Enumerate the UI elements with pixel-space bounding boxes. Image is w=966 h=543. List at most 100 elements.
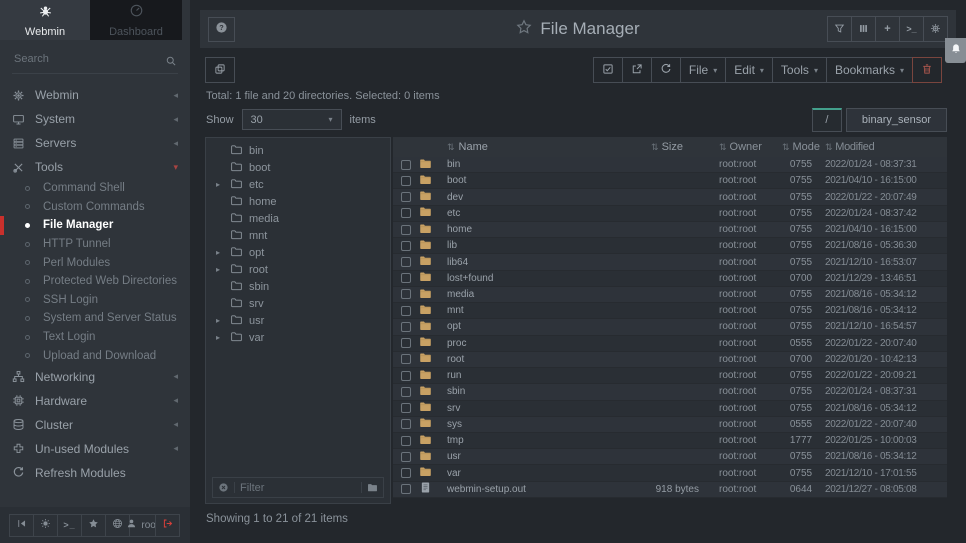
- notifications-bell[interactable]: [945, 38, 966, 63]
- column-mode[interactable]: Mode: [793, 141, 821, 153]
- row-checkbox[interactable]: [401, 289, 411, 299]
- table-row-media[interactable]: mediaroot:root07552021/08/16 - 05:34:12: [393, 287, 947, 303]
- tree-item-home[interactable]: home: [206, 193, 390, 210]
- logout-button[interactable]: [155, 514, 180, 537]
- tab-webmin[interactable]: Webmin: [0, 0, 90, 40]
- sidebar-item-protected-web-directories[interactable]: Protected Web Directories: [0, 272, 190, 291]
- tree-filter-input[interactable]: [240, 482, 356, 494]
- shell-shortcut-button[interactable]: >_: [57, 514, 82, 537]
- tree-item-usr[interactable]: ▸usr: [206, 312, 390, 329]
- file-name[interactable]: media: [447, 289, 474, 300]
- sidebar-item-file-manager[interactable]: File Manager: [0, 216, 190, 235]
- table-row-srv[interactable]: srvroot:root07552021/08/16 - 05:34:12: [393, 401, 947, 417]
- collapse-sidebar-button[interactable]: [9, 514, 34, 537]
- column-name[interactable]: Name: [459, 141, 488, 153]
- file-name[interactable]: bin: [447, 159, 460, 170]
- select-all-button[interactable]: [593, 57, 623, 83]
- columns-button[interactable]: [851, 16, 876, 42]
- page-size-select[interactable]: 30 ▾: [242, 109, 342, 130]
- sidebar-item-custom-commands[interactable]: Custom Commands: [0, 198, 190, 217]
- sidebar-item-un-used-modules[interactable]: Un-used Modules◂: [0, 437, 190, 461]
- table-row-tmp[interactable]: tmproot:root17772022/01/25 - 10:00:03: [393, 433, 947, 449]
- row-checkbox[interactable]: [401, 387, 411, 397]
- file-name[interactable]: lib: [447, 240, 457, 251]
- sidebar-item-http-tunnel[interactable]: HTTP Tunnel: [0, 235, 190, 254]
- terminal-button[interactable]: >_: [899, 16, 924, 42]
- table-row-root[interactable]: rootroot:root07002022/01/20 - 10:42:13: [393, 352, 947, 368]
- file-name[interactable]: proc: [447, 338, 466, 349]
- help-button[interactable]: ?: [208, 17, 235, 42]
- row-checkbox[interactable]: [401, 468, 411, 478]
- table-row-lost-found[interactable]: lost+foundroot:root07002021/12/29 - 13:4…: [393, 271, 947, 287]
- edit-menu-button[interactable]: Edit ▾: [725, 57, 773, 83]
- sidebar-item-perl-modules[interactable]: Perl Modules: [0, 253, 190, 272]
- row-checkbox[interactable]: [401, 403, 411, 413]
- tree-item-var[interactable]: ▸var: [206, 329, 390, 346]
- file-name[interactable]: lost+found: [447, 273, 493, 284]
- file-name[interactable]: dev: [447, 192, 463, 203]
- bookmarks-menu-button[interactable]: Bookmarks ▾: [826, 57, 913, 83]
- row-checkbox[interactable]: [401, 273, 411, 283]
- file-name[interactable]: lib64: [447, 257, 468, 268]
- tree-item-mnt[interactable]: mnt: [206, 227, 390, 244]
- column-modified[interactable]: Modified: [835, 141, 874, 153]
- file-name[interactable]: root: [447, 354, 464, 365]
- folder-filter-icon[interactable]: [361, 482, 378, 493]
- sort-icon[interactable]: ⇅: [825, 142, 832, 153]
- row-checkbox[interactable]: [401, 322, 411, 332]
- tree-item-root[interactable]: ▸root: [206, 261, 390, 278]
- file-name[interactable]: home: [447, 224, 472, 235]
- theme-toggle-button[interactable]: [33, 514, 58, 537]
- column-size[interactable]: Size: [662, 141, 683, 153]
- file-name[interactable]: usr: [447, 451, 461, 462]
- file-name[interactable]: tmp: [447, 435, 464, 446]
- row-checkbox[interactable]: [401, 160, 411, 170]
- file-name[interactable]: mnt: [447, 305, 464, 316]
- table-row-webmin-setup-out[interactable]: webmin-setup.out918 bytesroot:root064420…: [393, 482, 947, 498]
- sidebar-item-cluster[interactable]: Cluster◂: [0, 413, 190, 437]
- column-owner[interactable]: Owner: [730, 141, 762, 153]
- row-checkbox[interactable]: [401, 354, 411, 364]
- sidebar-item-servers[interactable]: Servers◂: [0, 131, 190, 155]
- table-row-var[interactable]: varroot:root07552021/12/10 - 17:01:55: [393, 465, 947, 481]
- table-row-mnt[interactable]: mntroot:root07552021/08/16 - 05:34:12: [393, 303, 947, 319]
- row-checkbox[interactable]: [401, 419, 411, 429]
- sidebar-item-networking[interactable]: Networking◂: [0, 365, 190, 389]
- tree-item-opt[interactable]: ▸opt: [206, 244, 390, 261]
- table-row-proc[interactable]: procroot:root05552022/01/22 - 20:07:40: [393, 336, 947, 352]
- breadcrumb-current[interactable]: binary_sensor: [846, 108, 947, 132]
- sidebar-item-system-and-server-status[interactable]: System and Server Status: [0, 309, 190, 328]
- sort-icon[interactable]: ⇅: [651, 142, 659, 153]
- paste-copy-button[interactable]: [205, 57, 235, 83]
- tree-item-bin[interactable]: bin: [206, 142, 390, 159]
- tree-item-srv[interactable]: srv: [206, 295, 390, 312]
- filter-button[interactable]: [827, 16, 852, 42]
- breadcrumb-root[interactable]: /: [812, 108, 842, 132]
- table-row-home[interactable]: homeroot:root07552021/04/10 - 16:15:00: [393, 222, 947, 238]
- file-name[interactable]: boot: [447, 175, 466, 186]
- expand-arrow-icon[interactable]: ▸: [216, 333, 224, 342]
- file-menu-button[interactable]: File ▾: [680, 57, 726, 83]
- sidebar-item-system[interactable]: System◂: [0, 107, 190, 131]
- row-checkbox[interactable]: [401, 484, 411, 494]
- search-input[interactable]: [12, 49, 178, 69]
- table-row-lib64[interactable]: lib64root:root07552021/12/10 - 16:53:07: [393, 254, 947, 270]
- sidebar-item-text-login[interactable]: Text Login: [0, 328, 190, 347]
- row-checkbox[interactable]: [401, 241, 411, 251]
- clear-filter-icon[interactable]: [218, 482, 235, 493]
- table-row-dev[interactable]: devroot:root07552022/01/22 - 20:07:49: [393, 189, 947, 205]
- expand-arrow-icon[interactable]: ▸: [216, 316, 224, 325]
- sort-icon[interactable]: ⇅: [719, 142, 727, 153]
- file-name[interactable]: etc: [447, 208, 460, 219]
- file-name[interactable]: webmin-setup.out: [447, 484, 526, 495]
- tab-dashboard[interactable]: Dashboard: [90, 0, 182, 40]
- expand-arrow-icon[interactable]: ▸: [216, 248, 224, 257]
- table-row-sys[interactable]: sysroot:root05552022/01/22 - 20:07:40: [393, 417, 947, 433]
- table-row-run[interactable]: runroot:root07552022/01/22 - 20:09:21: [393, 368, 947, 384]
- file-name[interactable]: srv: [447, 403, 460, 414]
- row-checkbox[interactable]: [401, 176, 411, 186]
- add-button[interactable]: +: [875, 16, 900, 42]
- expand-arrow-icon[interactable]: ▸: [216, 180, 224, 189]
- favorites-button[interactable]: [81, 514, 106, 537]
- sidebar-item-hardware[interactable]: Hardware◂: [0, 389, 190, 413]
